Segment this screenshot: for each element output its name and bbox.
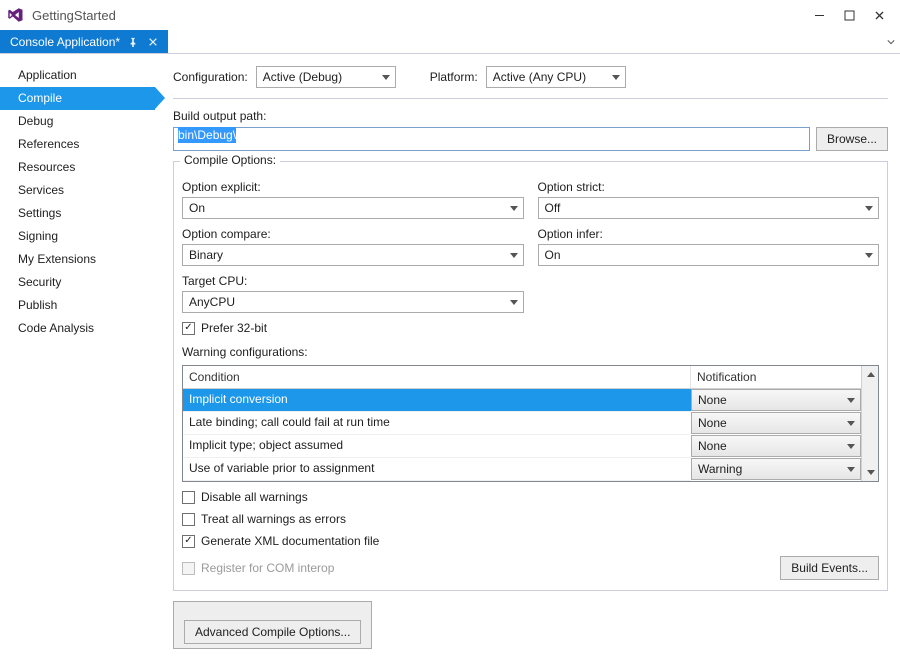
platform-dropdown[interactable]: Active (Any CPU) (486, 66, 626, 88)
disable-all-warnings-label: Disable all warnings (201, 490, 308, 504)
treat-warnings-as-errors-label: Treat all warnings as errors (201, 512, 346, 526)
project-properties-nav: Application Compile Debug References Res… (0, 54, 155, 665)
document-tab-label: Console Application* (10, 35, 120, 49)
target-cpu-dropdown[interactable]: AnyCPU (182, 291, 524, 313)
nav-item-code-analysis[interactable]: Code Analysis (0, 317, 155, 340)
nav-item-settings[interactable]: Settings (0, 202, 155, 225)
warning-row[interactable]: Implicit conversion None (183, 389, 861, 412)
build-events-button[interactable]: Build Events... (780, 556, 879, 580)
configuration-dropdown[interactable]: Active (Debug) (256, 66, 396, 88)
maximize-button[interactable] (834, 5, 864, 25)
platform-label: Platform: (430, 70, 478, 84)
compile-options-legend: Compile Options: (180, 153, 280, 167)
option-compare-dropdown[interactable]: Binary (182, 244, 524, 266)
minimize-button[interactable] (804, 5, 834, 25)
visual-studio-logo-icon (6, 6, 24, 24)
generate-xml-doc-checkbox[interactable] (182, 535, 195, 548)
treat-warnings-as-errors-checkbox[interactable] (182, 513, 195, 526)
column-condition[interactable]: Condition (183, 366, 691, 388)
tabstrip-overflow-icon[interactable] (882, 30, 900, 53)
compile-options-group: Compile Options: Option explicit: On Opt… (173, 161, 888, 591)
compile-page: Configuration: Active (Debug) Platform: … (155, 54, 900, 665)
notification-dropdown[interactable]: None (691, 435, 861, 457)
warning-table-scrollbar[interactable] (861, 366, 878, 481)
build-output-path-input[interactable]: bin\Debug\ (173, 127, 810, 151)
register-com-interop-label: Register for COM interop (201, 561, 334, 575)
option-infer-dropdown[interactable]: On (538, 244, 880, 266)
window-controls (804, 5, 894, 25)
build-output-path-value: bin\Debug\ (178, 127, 236, 143)
nav-item-signing[interactable]: Signing (0, 225, 155, 248)
option-explicit-label: Option explicit: (182, 180, 524, 194)
advanced-compile-options-button[interactable]: Advanced Compile Options... (184, 620, 361, 644)
generate-xml-doc-label: Generate XML documentation file (201, 534, 379, 548)
build-output-path-label: Build output path: (173, 109, 888, 123)
warning-row[interactable]: Late binding; call could fail at run tim… (183, 412, 861, 435)
nav-item-compile[interactable]: Compile (0, 87, 155, 110)
warning-table-header: Condition Notification (183, 366, 861, 389)
option-infer-label: Option infer: (538, 227, 880, 241)
option-strict-label: Option strict: (538, 180, 880, 194)
column-notification[interactable]: Notification (691, 366, 861, 388)
scroll-down-icon[interactable] (862, 464, 879, 481)
warning-row[interactable]: Implicit type; object assumed None (183, 435, 861, 458)
target-cpu-label: Target CPU: (182, 274, 524, 288)
warning-configurations-table: Condition Notification Implicit conversi… (182, 365, 879, 482)
notification-dropdown[interactable]: Warning (691, 458, 861, 480)
document-tab-console-application[interactable]: Console Application* (0, 30, 168, 53)
nav-item-services[interactable]: Services (0, 179, 155, 202)
window-title: GettingStarted (32, 8, 116, 23)
nav-item-resources[interactable]: Resources (0, 156, 155, 179)
prefer-32bit-checkbox[interactable] (182, 322, 195, 335)
nav-item-application[interactable]: Application (0, 64, 155, 87)
scroll-up-icon[interactable] (862, 366, 879, 383)
configuration-label: Configuration: (173, 70, 248, 84)
nav-item-debug[interactable]: Debug (0, 110, 155, 133)
nav-item-references[interactable]: References (0, 133, 155, 156)
option-compare-label: Option compare: (182, 227, 524, 241)
nav-item-my-extensions[interactable]: My Extensions (0, 248, 155, 271)
close-button[interactable] (864, 5, 894, 25)
titlebar: GettingStarted (0, 0, 900, 30)
notification-dropdown[interactable]: None (691, 389, 861, 411)
register-com-interop-checkbox (182, 562, 195, 575)
disable-all-warnings-checkbox[interactable] (182, 491, 195, 504)
warning-row[interactable]: Use of variable prior to assignment Warn… (183, 458, 861, 481)
prefer-32bit-label: Prefer 32-bit (201, 321, 267, 335)
nav-item-publish[interactable]: Publish (0, 294, 155, 317)
option-strict-dropdown[interactable]: Off (538, 197, 880, 219)
pin-icon[interactable] (126, 35, 140, 49)
option-explicit-dropdown[interactable]: On (182, 197, 524, 219)
warning-configurations-label: Warning configurations: (182, 345, 879, 359)
close-tab-icon[interactable] (146, 35, 160, 49)
nav-item-security[interactable]: Security (0, 271, 155, 294)
browse-button[interactable]: Browse... (816, 127, 888, 151)
document-tabstrip: Console Application* (0, 30, 900, 54)
notification-dropdown[interactable]: None (691, 412, 861, 434)
